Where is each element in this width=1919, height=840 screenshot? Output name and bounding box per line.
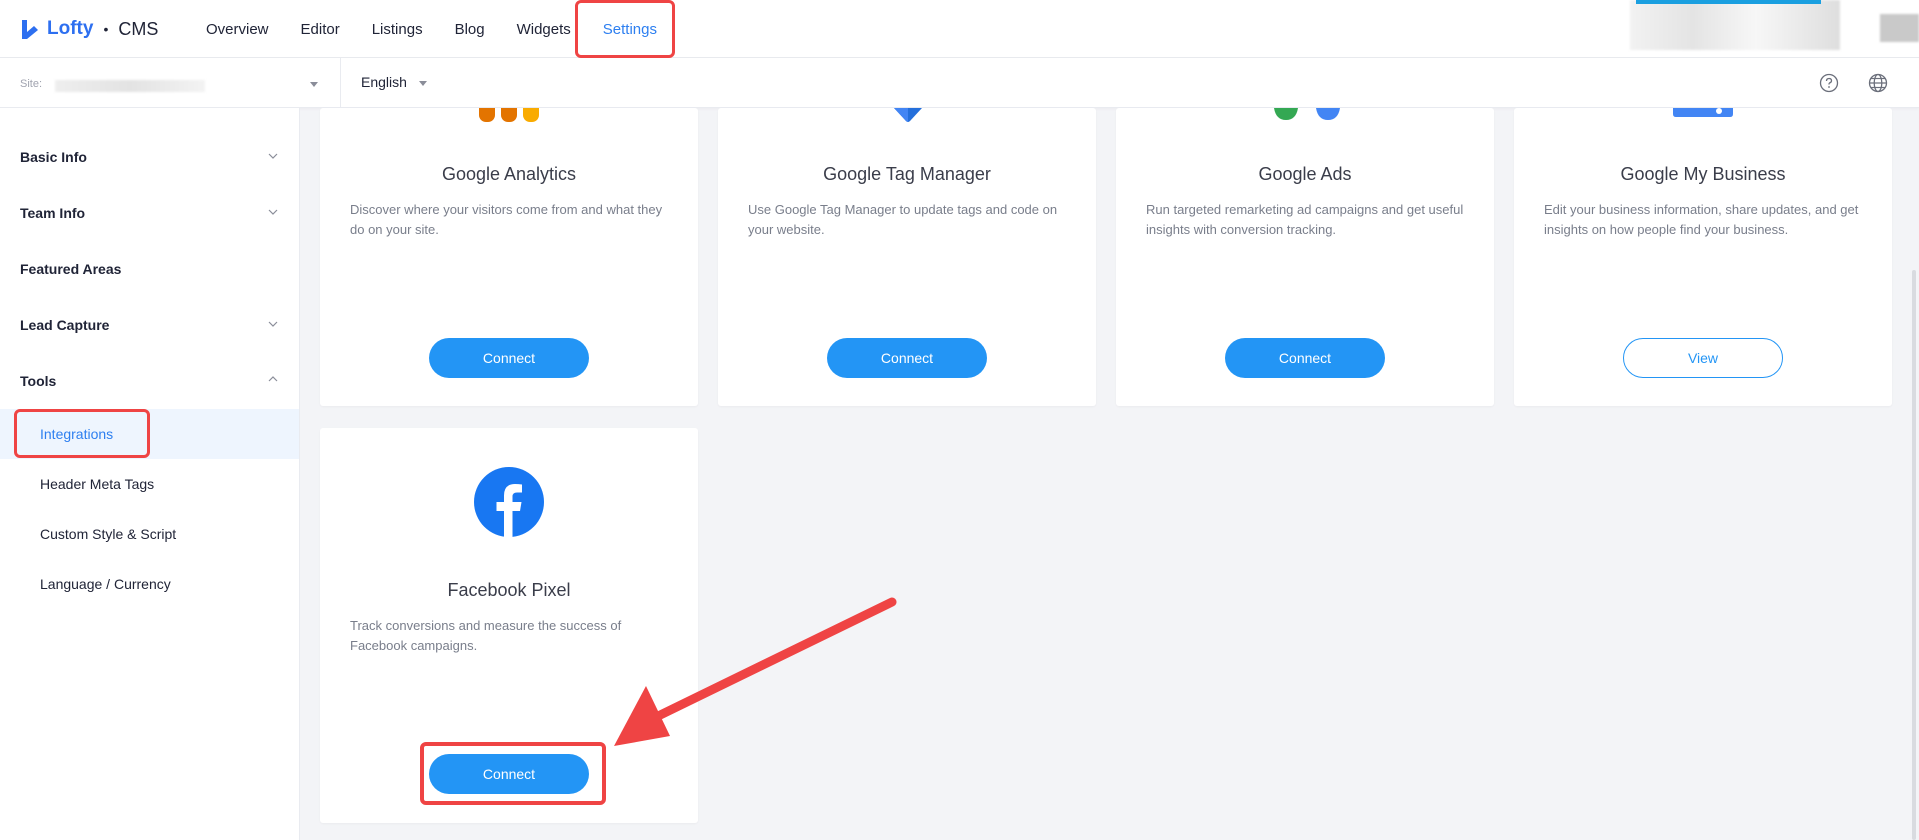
site-label: Site: (20, 78, 43, 90)
site-selector-value-blurred[interactable] (55, 80, 205, 92)
google-analytics-connect-button[interactable]: Connect (429, 338, 589, 378)
card-description: Run targeted remarketing ad campaigns an… (1146, 202, 1464, 237)
card-title: Google My Business (1620, 164, 1786, 184)
integration-card-google-tag-manager: Google Tag Manager Use Google Tag Manage… (718, 108, 1096, 406)
sidebar-section-tools[interactable]: Tools (20, 373, 56, 389)
site-caret-down-icon[interactable] (310, 82, 318, 87)
subbar-divider (340, 58, 341, 108)
card-title: Google Analytics (441, 164, 577, 184)
annotation-arrow-icon (614, 597, 897, 746)
google-my-business-view-button[interactable]: View (1623, 338, 1783, 378)
settings-sidebar: Basic Info Team Info Featured Areas Lead… (0, 108, 300, 840)
avatar[interactable] (1880, 14, 1919, 42)
google-tag-manager-icon (894, 108, 922, 122)
user-account-blurred[interactable] (1630, 0, 1840, 50)
card-title: Google Tag Manager (823, 164, 991, 184)
user-account-accent-bar (1636, 0, 1821, 4)
chevron-up-icon[interactable] (268, 374, 278, 384)
site-selector-bar: Site: English (0, 58, 1919, 108)
google-tag-manager-connect-button[interactable]: Connect (827, 338, 987, 378)
chevron-down-icon[interactable] (268, 319, 278, 329)
chevron-down-icon[interactable] (268, 151, 278, 161)
integrations-highlight-box (14, 409, 150, 458)
top-navigation-bar: Lofty • CMS Overview Editor Listings Blo… (0, 0, 1919, 58)
integration-card-google-analytics: Google Analytics Discover where your vis… (320, 108, 698, 406)
google-ads-icon (1274, 108, 1340, 120)
settings-highlight-box (575, 0, 675, 58)
globe-icon[interactable] (1868, 73, 1888, 93)
sidebar-section-lead-capture[interactable]: Lead Capture (20, 317, 109, 333)
sidebar-item-header-meta-tags[interactable]: Header Meta Tags (40, 476, 154, 492)
sidebar-section-basic-info[interactable]: Basic Info (20, 149, 87, 165)
help-icon[interactable] (1819, 73, 1839, 93)
google-my-business-icon (1673, 108, 1733, 117)
sidebar-section-team-info[interactable]: Team Info (20, 205, 85, 221)
lofty-logo-icon (22, 20, 38, 39)
card-title: Google Ads (1258, 164, 1352, 184)
nav-widgets[interactable]: Widgets (517, 0, 571, 58)
page-scrollbar[interactable] (1912, 270, 1916, 840)
language-caret-down-icon[interactable] (419, 81, 427, 86)
chevron-down-icon[interactable] (268, 207, 278, 217)
language-selector[interactable]: English (361, 74, 407, 90)
nav-editor[interactable]: Editor (301, 0, 340, 58)
integration-card-google-my-business: Google My Business Edit your business in… (1514, 108, 1892, 406)
sidebar-item-language-currency[interactable]: Language / Currency (40, 576, 171, 592)
nav-overview[interactable]: Overview (206, 0, 269, 58)
sidebar-item-custom-style-script[interactable]: Custom Style & Script (40, 526, 176, 542)
google-ads-connect-button[interactable]: Connect (1225, 338, 1385, 378)
integration-card-google-ads: Google Ads Run targeted remarketing ad c… (1116, 108, 1494, 406)
brand-name: Lofty (47, 18, 94, 39)
card-description: Edit your business information, share up… (1544, 202, 1859, 237)
nav-blog[interactable]: Blog (455, 0, 485, 58)
brand-logo[interactable]: Lofty • CMS (19, 15, 158, 43)
product-name: CMS (118, 18, 159, 39)
google-analytics-icon (479, 108, 539, 122)
nav-listings[interactable]: Listings (372, 0, 423, 58)
card-description: Discover where your visitors come from a… (350, 202, 663, 237)
card-description: Use Google Tag Manager to update tags an… (748, 202, 1058, 237)
facebook-icon (474, 467, 544, 537)
sidebar-section-featured-areas[interactable]: Featured Areas (20, 261, 121, 277)
facebook-connect-highlight-box (420, 742, 606, 805)
brand-separator: • (103, 21, 109, 37)
